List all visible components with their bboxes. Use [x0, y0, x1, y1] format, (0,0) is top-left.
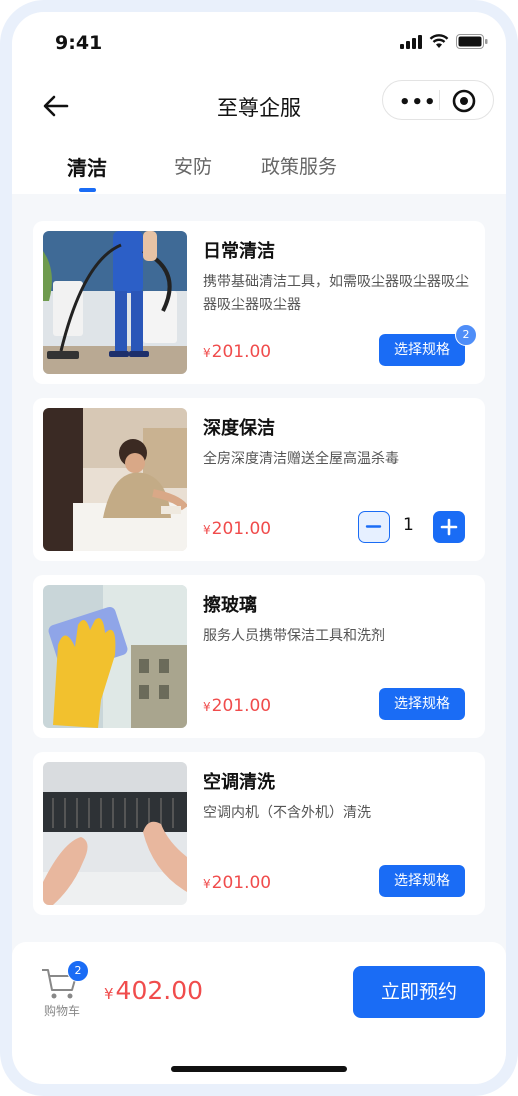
- increase-quantity-button[interactable]: [433, 511, 465, 543]
- service-description: 携带基础清洁工具，如需吸尘器吸尘器吸尘器吸尘器吸尘器: [203, 274, 469, 313]
- signal-icon: [400, 34, 422, 49]
- navigation-bar: 至尊企服 •••: [12, 74, 506, 138]
- service-name: 空调清洗: [203, 772, 275, 793]
- cart-total: ¥402.00: [104, 976, 203, 1005]
- currency-symbol: ¥: [104, 985, 114, 1003]
- service-description: 服务人员携带保洁工具和洗剂: [203, 628, 385, 644]
- service-card-deep-cleaning[interactable]: 深度保洁 全房深度清洁赠送全屋高温杀毒 ¥201.00 1: [33, 398, 485, 561]
- service-name: 深度保洁: [203, 418, 275, 439]
- cart-label: 购物车: [43, 1004, 80, 1018]
- select-spec-button[interactable]: 选择规格: [379, 688, 465, 720]
- service-card-ac-cleaning[interactable]: 空调清洗 空调内机（不含外机）清洗 ¥201.00 选择规格: [33, 752, 485, 915]
- service-image-ac-cleaning: [43, 762, 187, 905]
- total-value: 402.00: [115, 976, 204, 1005]
- checkout-bar: 2 购物车 ¥402.00 立即预约: [12, 942, 506, 1084]
- price-value: 201.00: [211, 519, 272, 539]
- system-icons: [400, 34, 488, 49]
- currency-symbol: ¥: [203, 346, 211, 360]
- tab-security[interactable]: 安防: [174, 152, 212, 179]
- status-time: 9:41: [55, 32, 103, 54]
- price-value: 201.00: [211, 873, 272, 893]
- tab-cleaning[interactable]: 清洁: [67, 152, 107, 181]
- service-price: ¥201.00: [203, 519, 271, 539]
- quantity-value: 1: [403, 515, 414, 535]
- service-price: ¥201.00: [203, 342, 271, 362]
- select-spec-button[interactable]: 选择规格: [379, 865, 465, 897]
- mini-program-capsule: •••: [382, 80, 494, 120]
- service-image-deep-cleaning: [43, 408, 187, 551]
- status-bar: 9:41: [12, 12, 506, 74]
- service-description: 空调内机（不含外机）清洗: [203, 805, 371, 821]
- currency-symbol: ¥: [203, 523, 211, 537]
- tab-policy-services[interactable]: 政策服务: [261, 152, 337, 179]
- price-value: 201.00: [211, 342, 272, 362]
- service-description: 全房深度清洁赠送全屋高温杀毒: [203, 451, 399, 467]
- book-now-button[interactable]: 立即预约: [353, 966, 485, 1018]
- spec-count-badge: 2: [455, 324, 477, 346]
- service-image-window-cleaning: [43, 585, 187, 728]
- currency-symbol: ¥: [203, 877, 211, 891]
- currency-symbol: ¥: [203, 700, 211, 714]
- home-indicator: [171, 1066, 347, 1072]
- battery-icon: [456, 34, 488, 49]
- service-price: ¥201.00: [203, 873, 271, 893]
- service-name: 擦玻璃: [203, 595, 257, 616]
- service-image-daily-cleaning: [43, 231, 187, 374]
- category-tabs: 清洁 安防 政策服务: [12, 138, 506, 194]
- cart-button[interactable]: 2 购物车: [36, 960, 89, 1024]
- service-card-daily-cleaning[interactable]: 日常清洁 携带基础清洁工具，如需吸尘器吸尘器吸尘器吸尘器吸尘器 ¥201.00 …: [33, 221, 485, 384]
- service-name: 日常清洁: [203, 241, 275, 262]
- wifi-icon: [429, 34, 449, 48]
- service-price: ¥201.00: [203, 696, 271, 716]
- service-card-window-cleaning[interactable]: 擦玻璃 服务人员携带保洁工具和洗剂 ¥201.00 选择规格: [33, 575, 485, 738]
- select-spec-button[interactable]: 选择规格: [379, 334, 465, 366]
- plus-icon: [440, 518, 458, 536]
- capsule-divider: [439, 90, 440, 110]
- cart-count-badge: 2: [67, 960, 89, 982]
- more-icon[interactable]: •••: [399, 92, 437, 113]
- close-target-icon[interactable]: [451, 88, 477, 114]
- phone-frame: 9:41 至尊企服 ••• 清洁 安防 政策服务 日常清洁 携带基础清洁工具，如…: [0, 0, 518, 1096]
- active-tab-indicator: [79, 188, 96, 192]
- price-value: 201.00: [211, 696, 272, 716]
- minus-icon: [365, 525, 382, 528]
- decrease-quantity-button[interactable]: [358, 511, 390, 543]
